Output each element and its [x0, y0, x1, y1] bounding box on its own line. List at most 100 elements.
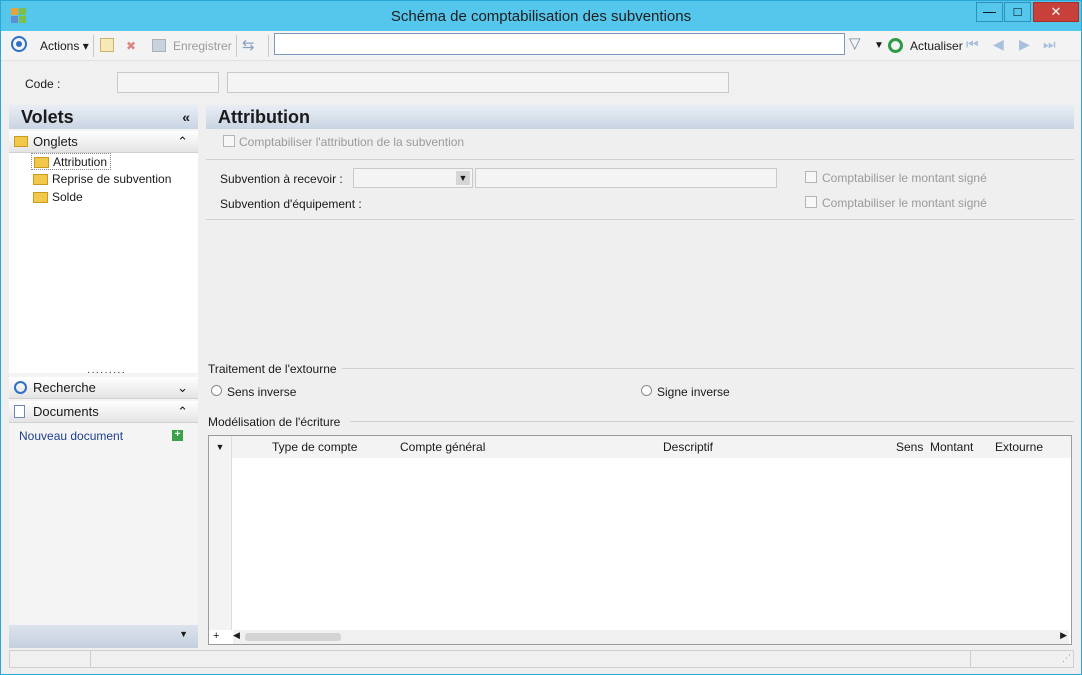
- main-window: Schéma de comptabilisation des subventio…: [0, 0, 1082, 675]
- tabs-tree: Attribution Reprise de subvention Solde: [9, 153, 198, 373]
- minimize-button[interactable]: —: [976, 2, 1003, 22]
- post-attribution-label: Comptabiliser l'attribution de la subven…: [239, 135, 465, 149]
- reversal-group-label: Traitement de l'extourne: [208, 362, 337, 376]
- divider: [342, 368, 1074, 369]
- document-icon: [14, 405, 25, 418]
- search-icon: [14, 381, 27, 394]
- tree-item-label: Reprise de subvention: [52, 172, 172, 186]
- new-document-link[interactable]: Nouveau document: [19, 429, 123, 443]
- tree-item-solde[interactable]: Solde: [31, 189, 83, 206]
- column-header[interactable]: Descriptif: [663, 440, 713, 454]
- search-group-header[interactable]: Recherche ⌄: [9, 377, 198, 399]
- column-header[interactable]: Type de compte: [272, 440, 357, 454]
- save-button[interactable]: Enregistrer: [173, 37, 232, 55]
- panel-footer[interactable]: ▼: [9, 625, 198, 648]
- column-header[interactable]: Compte général: [400, 440, 485, 454]
- code-label: Code :: [25, 77, 61, 91]
- delete-icon[interactable]: ✖: [126, 37, 136, 55]
- reverse-sign-radio[interactable]: [641, 385, 652, 396]
- search-input[interactable]: [274, 33, 845, 55]
- divider: [970, 651, 971, 667]
- resize-grip-icon[interactable]: ⋰: [1062, 653, 1071, 664]
- scrollbar-thumb[interactable]: [245, 633, 341, 641]
- modeling-group-label: Modélisation de l'écriture: [208, 415, 341, 429]
- refresh-button[interactable]: Actualiser: [910, 37, 963, 55]
- actions-icon[interactable]: [11, 36, 27, 52]
- scroll-left-icon[interactable]: ◀: [233, 630, 240, 641]
- subsidy-equipment-label: Subvention d'équipement :: [220, 197, 362, 211]
- panel-title: Volets «: [9, 105, 198, 129]
- filter-icon[interactable]: ▽: [849, 35, 861, 53]
- tree-item-label: Attribution: [53, 155, 108, 169]
- section-title: Attribution: [206, 105, 1074, 129]
- window-title: Schéma de comptabilisation des subventio…: [390, 8, 692, 25]
- panel-title-label: Volets: [21, 107, 74, 127]
- code-bar: Code :: [1, 62, 1081, 104]
- toolbar: Actions ▾ ✖ Enregistrer ⇆ ▽ ▼ Actualiser…: [1, 31, 1081, 61]
- code-field[interactable]: [117, 72, 219, 93]
- search-group-label: Recherche: [33, 380, 96, 395]
- close-button[interactable]: ✕: [1033, 2, 1079, 22]
- title-bar[interactable]: Schéma de comptabilisation des subventio…: [1, 1, 1081, 31]
- open-folder-icon: [34, 157, 49, 168]
- column-header[interactable]: Extourne: [995, 440, 1043, 454]
- save-icon[interactable]: [152, 39, 166, 52]
- collapse-group-icon[interactable]: ⌃: [177, 131, 188, 153]
- last-record-icon[interactable]: ⏭: [1043, 35, 1056, 53]
- refresh-icon[interactable]: [888, 38, 903, 53]
- subsidy-receivable-select[interactable]: ▼: [353, 168, 473, 188]
- divider: [90, 651, 91, 667]
- collapse-panel-icon[interactable]: «: [182, 105, 190, 129]
- tabs-group-label: Onglets: [33, 134, 78, 149]
- main-content: Attribution Comptabiliser l'attribution …: [202, 105, 1074, 648]
- subsidy-receivable-description[interactable]: [475, 168, 777, 188]
- actions-menu[interactable]: Actions ▾: [40, 37, 89, 55]
- reverse-direction-label: Sens inverse: [227, 385, 297, 399]
- sync-icon[interactable]: ⇆: [242, 37, 255, 55]
- scroll-right-icon[interactable]: ▶: [1060, 630, 1067, 641]
- folder-icon: [33, 174, 48, 185]
- documents-group-header[interactable]: Documents ⌃: [9, 401, 198, 423]
- reverse-sign-label: Signe inverse: [657, 385, 730, 399]
- subsidy-receivable-label: Subvention à recevoir :: [220, 172, 343, 186]
- first-record-icon[interactable]: ⏮: [966, 35, 979, 53]
- tree-item-label: Solde: [52, 190, 83, 204]
- tree-item-reprise[interactable]: Reprise de subvention: [31, 171, 171, 188]
- horizontal-scrollbar[interactable]: ◀ ▶: [233, 630, 1069, 644]
- reverse-direction-radio[interactable]: [211, 385, 222, 396]
- documents-body: Nouveau document +: [9, 427, 198, 625]
- signed-amount-label-2: Comptabiliser le montant signé: [822, 196, 987, 210]
- signed-amount-checkbox-1[interactable]: [805, 171, 817, 183]
- separator: [236, 35, 237, 57]
- collapse-group-icon[interactable]: ⌃: [177, 401, 188, 423]
- tree-item-attribution[interactable]: Attribution: [31, 153, 112, 170]
- chevron-down-icon[interactable]: ▼: [179, 629, 188, 639]
- grid-menu-icon[interactable]: ▼: [209, 436, 232, 458]
- new-icon[interactable]: [100, 38, 114, 52]
- filter-dropdown-icon[interactable]: ▼: [874, 37, 884, 55]
- actions-label: Actions: [40, 39, 80, 53]
- divider: [350, 421, 1074, 422]
- next-record-icon[interactable]: ▶: [1019, 35, 1030, 53]
- side-panel: Volets « Onglets ⌃ Attribution Reprise d…: [9, 105, 198, 648]
- signed-amount-checkbox-2[interactable]: [805, 196, 817, 208]
- column-header[interactable]: Sens: [896, 440, 923, 454]
- add-row-icon[interactable]: +: [213, 630, 219, 642]
- folder-icon: [33, 192, 48, 203]
- code-description-field[interactable]: [227, 72, 729, 93]
- previous-record-icon[interactable]: ◀: [993, 35, 1004, 53]
- maximize-button[interactable]: □: [1004, 2, 1031, 22]
- folder-icon: [14, 136, 28, 147]
- signed-amount-label-1: Comptabiliser le montant signé: [822, 171, 987, 185]
- dropdown-icon[interactable]: ▼: [456, 171, 470, 185]
- column-header[interactable]: Montant: [930, 440, 973, 454]
- expand-group-icon[interactable]: ⌄: [177, 377, 188, 399]
- tabs-group-header[interactable]: Onglets ⌃: [9, 131, 198, 153]
- add-document-icon[interactable]: +: [172, 430, 183, 441]
- entry-grid[interactable]: ▼ Type de compte Compte général Descript…: [208, 435, 1072, 645]
- separator: [93, 35, 94, 57]
- row-header-column: [209, 458, 232, 630]
- grid-header: ▼ Type de compte Compte général Descript…: [209, 436, 1071, 458]
- separator: [268, 35, 269, 57]
- post-attribution-checkbox[interactable]: [223, 135, 235, 147]
